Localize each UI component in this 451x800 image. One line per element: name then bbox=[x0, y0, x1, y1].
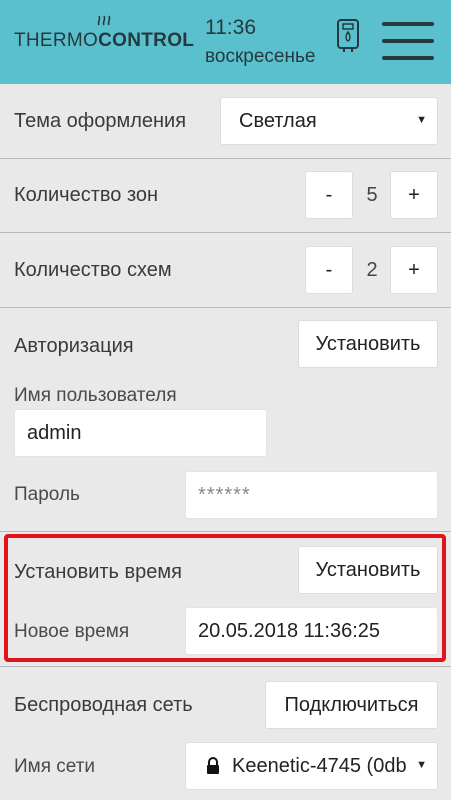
theme-row: Тема оформления Светлая ▼ bbox=[0, 84, 451, 159]
ssid-select-value: Keenetic-4745 (0db bbox=[232, 755, 407, 777]
username-label: Имя пользователя bbox=[14, 385, 177, 406]
schemes-count-value: 2 bbox=[366, 259, 378, 281]
wifi-section: Беспроводная сеть Подключиться Имя сети … bbox=[0, 666, 451, 800]
zones-label: Количество зон bbox=[14, 184, 159, 206]
password-label: Пароль bbox=[14, 484, 80, 505]
hamburger-menu-button[interactable] bbox=[382, 20, 434, 62]
password-input[interactable]: ****** bbox=[185, 471, 438, 519]
current-day: воскресенье bbox=[205, 46, 316, 67]
ssid-select[interactable]: Keenetic-4745 (0db ▼ bbox=[185, 742, 438, 790]
lock-icon bbox=[207, 757, 219, 774]
username-input[interactable]: admin bbox=[14, 409, 267, 457]
schemes-decrement-button[interactable]: - bbox=[305, 246, 353, 294]
red-highlight-frame bbox=[4, 534, 446, 662]
wifi-label: Беспроводная сеть bbox=[14, 694, 193, 716]
app-logo: THERMOCONTROL bbox=[14, 30, 194, 52]
menu-bar-icon bbox=[382, 22, 434, 26]
menu-bar-icon bbox=[382, 39, 434, 43]
boiler-icon[interactable] bbox=[336, 18, 360, 54]
dropdown-arrow-icon: ▼ bbox=[413, 759, 427, 771]
theme-select-value: Светлая bbox=[239, 110, 317, 132]
schemes-increment-button[interactable]: + bbox=[390, 246, 438, 294]
menu-bar-icon bbox=[382, 56, 434, 60]
logo-bold-text: CONTROL bbox=[98, 30, 195, 51]
zones-row: Количество зон - 5 + bbox=[0, 158, 451, 233]
schemes-label: Количество схем bbox=[14, 259, 172, 281]
theme-label: Тема оформления bbox=[14, 110, 187, 132]
zones-count-value: 5 bbox=[366, 184, 378, 206]
logo-thin-text: THERMO bbox=[14, 30, 99, 51]
password-placeholder: ****** bbox=[198, 484, 251, 506]
auth-set-button[interactable]: Установить bbox=[298, 320, 438, 368]
theme-select[interactable]: Светлая ▼ bbox=[220, 97, 438, 145]
zones-decrement-button[interactable]: - bbox=[305, 171, 353, 219]
heating-icon bbox=[97, 15, 111, 26]
current-time: 11:36 bbox=[205, 16, 256, 39]
dropdown-arrow-icon: ▼ bbox=[416, 114, 427, 126]
ssid-label: Имя сети bbox=[14, 756, 96, 777]
schemes-row: Количество схем - 2 + bbox=[0, 232, 451, 308]
zones-increment-button[interactable]: + bbox=[390, 171, 438, 219]
app-header: THERMOCONTROL 11:36 воскресенье bbox=[0, 0, 451, 84]
wifi-connect-button[interactable]: Подключиться bbox=[265, 681, 438, 729]
auth-section: Авторизация Установить Имя пользователя … bbox=[0, 307, 451, 532]
app-window: THERMOCONTROL 11:36 воскресенье Тема офо… bbox=[0, 0, 451, 800]
auth-label: Авторизация bbox=[14, 335, 134, 357]
